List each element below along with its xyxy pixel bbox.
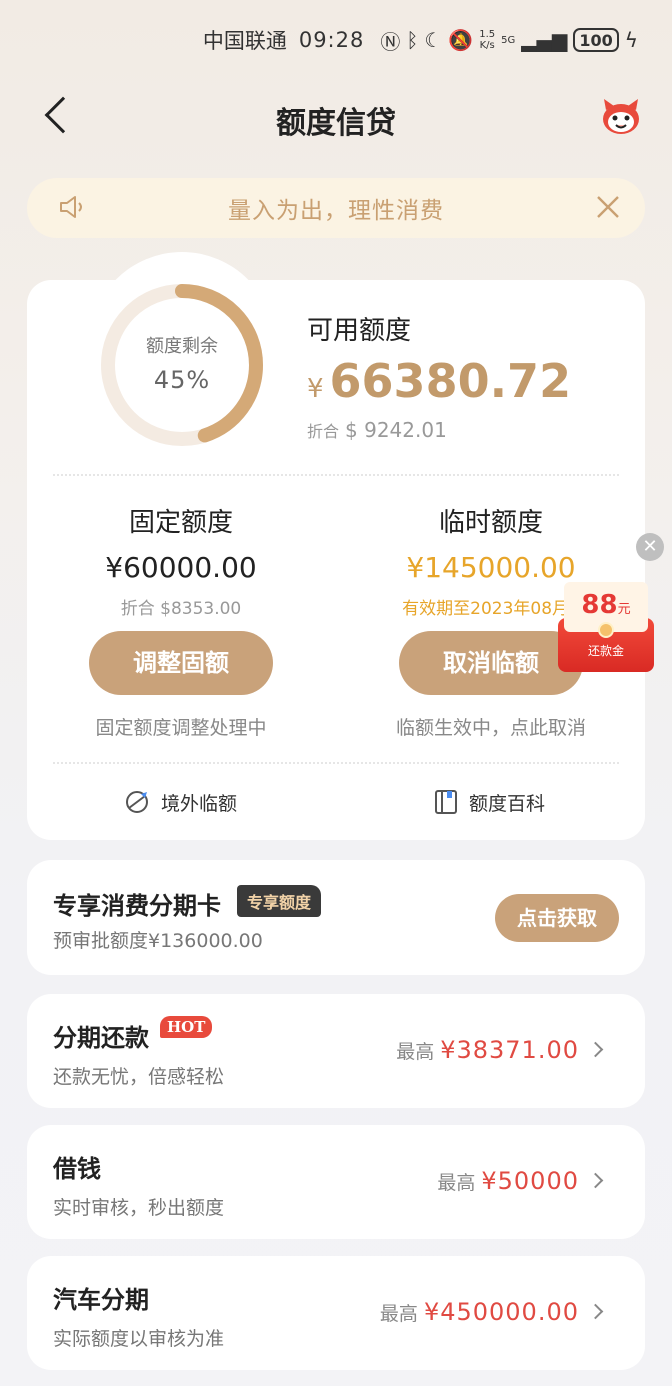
temp-quota-amount: ¥145000.00 xyxy=(406,551,576,584)
product-installment-repayment[interactable]: 分期还款 HOT 还款无忧，倍感轻松 最高 ¥38371.00 xyxy=(27,994,645,1108)
speaker-icon xyxy=(60,196,82,218)
globe-plane-icon xyxy=(126,791,148,813)
exclusive-tag: 专享额度 xyxy=(237,885,322,917)
product-max-amount: 最高 ¥38371.00 xyxy=(396,1036,579,1064)
coin-icon xyxy=(598,622,614,638)
product-title: 汽车分期 xyxy=(53,1286,149,1314)
product-car-installment[interactable]: 汽车分期 实际额度以审核为准 最高 ¥450000.00 xyxy=(27,1256,645,1370)
charging-icon: ϟ xyxy=(624,28,638,52)
fixed-quota-amount: ¥60000.00 xyxy=(105,551,257,584)
divider xyxy=(53,474,619,476)
exclusive-installment-card[interactable]: 专享消费分期卡 专享额度 预审批额度¥136000.00 点击获取 xyxy=(27,860,645,975)
close-icon[interactable] xyxy=(595,194,621,220)
hot-badge: HOT xyxy=(160,1016,213,1038)
product-subtitle: 实时审核，秒出额度 xyxy=(53,1197,225,1219)
conversion-value: $ 9242.01 xyxy=(345,418,447,442)
wiki-link-label: 额度百科 xyxy=(469,792,546,815)
network-type: 5G xyxy=(501,34,516,46)
product-title: 借钱 xyxy=(53,1155,101,1183)
overseas-temp-quota-link[interactable]: 境外临额 xyxy=(123,788,237,816)
temp-quota-title: 临时额度 xyxy=(438,508,543,538)
quota-links: 境外临额 额度百科 xyxy=(27,788,645,824)
conversion-label: 折合 xyxy=(307,422,340,441)
currency-symbol: ¥ xyxy=(307,374,324,404)
notice-text: 量入为出，理性消费 xyxy=(228,198,444,224)
mascot-avatar-icon[interactable] xyxy=(600,96,642,138)
product-subtitle: 实际额度以审核为准 xyxy=(53,1328,225,1350)
chevron-right-icon xyxy=(587,1303,604,1320)
quota-wiki-link[interactable]: 额度百科 xyxy=(433,788,545,816)
book-icon xyxy=(435,790,457,814)
status-bar: 中国联通 09:28 Ⓝ ᛒ ☾ 🔕 1.5 K/s 5G ▂▄▆ 100 ϟ xyxy=(0,0,672,80)
overseas-link-label: 境外临额 xyxy=(161,792,238,815)
fixed-quota-title: 固定额度 xyxy=(128,508,233,538)
moon-icon: ☾ xyxy=(424,28,443,52)
page-title: 额度信贷 xyxy=(276,106,396,141)
product-max-amount: 最高 ¥450000.00 xyxy=(379,1298,579,1326)
fixed-quota-conversion: 折合 $8353.00 xyxy=(120,599,242,619)
product-borrow-money[interactable]: 借钱 实时审核，秒出额度 最高 ¥50000 xyxy=(27,1125,645,1239)
nfc-icon: Ⓝ xyxy=(380,29,401,54)
exclusive-title: 专享消费分期卡 xyxy=(53,892,221,920)
red-packet-close-icon[interactable]: ✕ xyxy=(636,533,664,561)
repayment-red-packet[interactable]: 88元 还款金 xyxy=(558,582,654,672)
divider xyxy=(53,762,619,764)
available-quota-amount: ¥66380.72 xyxy=(307,354,571,408)
available-quota-title: 可用额度 xyxy=(307,316,412,346)
exclusive-preapproved: 预审批额度¥136000.00 xyxy=(53,930,263,952)
net-speed: 1.5 K/s xyxy=(479,29,496,51)
ring-label: 额度剩余 xyxy=(146,336,218,357)
mute-bell-icon: 🔕 xyxy=(448,28,474,52)
carrier-name: 中国联通 xyxy=(202,29,287,53)
red-packet-label: 还款金 xyxy=(587,644,624,658)
clock: 09:28 xyxy=(298,28,365,52)
temp-quota-status[interactable]: 临额生效中，点此取消 xyxy=(341,713,641,740)
adjust-fixed-quota-button[interactable]: 调整固额 xyxy=(89,631,273,695)
product-title: 分期还款 xyxy=(53,1024,149,1052)
product-max-amount: 最高 ¥50000 xyxy=(437,1167,579,1195)
nav-bar: 额度信贷 xyxy=(0,90,672,150)
get-now-button[interactable]: 点击获取 xyxy=(495,894,619,942)
chevron-right-icon xyxy=(587,1172,604,1189)
cancel-temp-quota-button[interactable]: 取消临额 xyxy=(399,631,583,695)
product-subtitle: 还款无忧，倍感轻松 xyxy=(53,1066,225,1088)
bluetooth-icon: ᛒ xyxy=(406,28,419,52)
notice-banner: 量入为出，理性消费 xyxy=(27,178,645,238)
chevron-right-icon xyxy=(587,1041,604,1058)
fixed-quota-section: 固定额度 ¥60000.00 折合 $8353.00 调整固额 固定额度调整处理… xyxy=(31,502,331,740)
signal-icon: ▂▄▆ xyxy=(521,28,568,52)
ring-percent: 45% xyxy=(153,366,211,394)
remaining-quota-ring xyxy=(101,284,263,446)
quota-card: 额度剩余 45% 可用额度 ¥66380.72 折合 $ 9242.01 固定额度… xyxy=(27,252,645,840)
fixed-quota-status: 固定额度调整处理中 xyxy=(95,717,267,739)
available-amount-value: 66380.72 xyxy=(329,354,572,408)
available-quota-conversion: 折合 $ 9242.01 xyxy=(307,418,447,442)
battery-indicator: 100 xyxy=(573,28,619,52)
